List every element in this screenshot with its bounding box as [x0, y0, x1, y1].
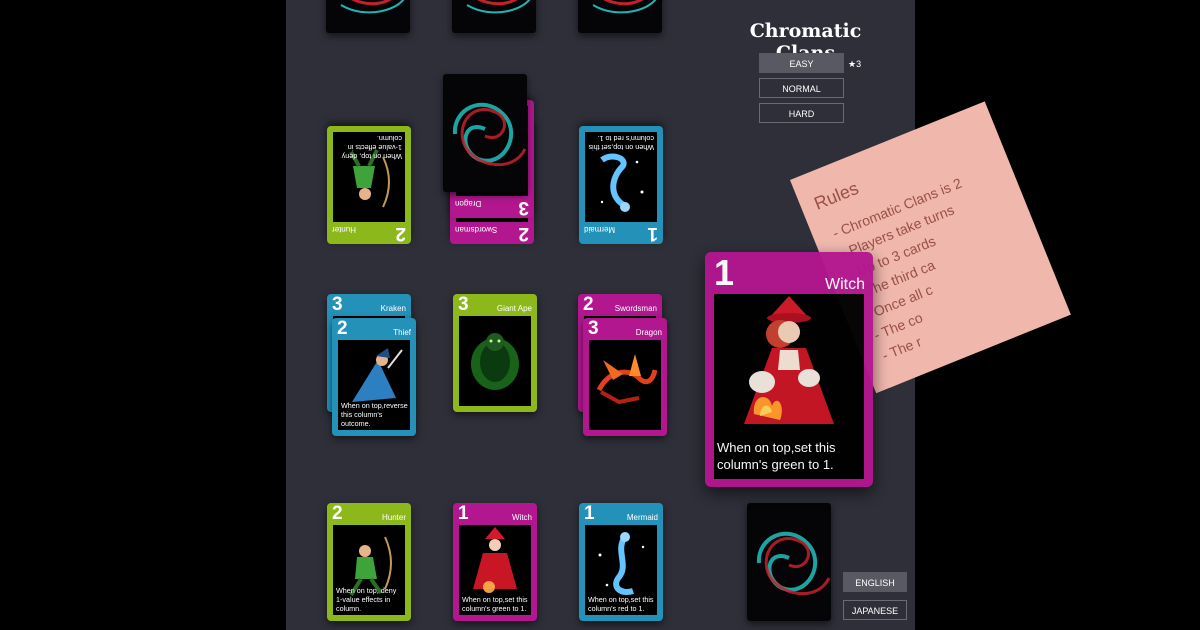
card-preview: 1 Witch When on top,set this column's gr…: [705, 252, 873, 487]
card-name: Dragon: [635, 328, 662, 337]
card-effect: When on top,set this column's red to 1.: [588, 134, 654, 152]
hand-card-mermaid[interactable]: 1 Mermaid When on top,set this column's …: [579, 503, 663, 621]
language-japanese-button[interactable]: JAPANESE: [843, 600, 907, 620]
middle-card-thief: 2 Thief When on top,reverse this column'…: [332, 318, 416, 436]
language-english-button[interactable]: ENGLISH: [843, 572, 907, 592]
card-value: 2: [337, 318, 348, 339]
card-value: 1: [458, 503, 469, 524]
card-name: Swordsman: [455, 225, 498, 234]
card-value: 2: [518, 223, 529, 244]
hand-card-hunter[interactable]: 2 Hunter When on top, deny 1-value effec…: [327, 503, 411, 621]
card-value: 3: [588, 318, 599, 339]
card-name: Hunter: [381, 513, 406, 522]
card-effect: When on top, deny 1-value effects in col…: [341, 134, 402, 161]
card-effect: When on top, deny 1-value effects in col…: [336, 586, 397, 613]
hunter-art: When on top, deny 1-value effects in col…: [333, 132, 405, 222]
deck-card-back: [578, 0, 662, 33]
card-value: 3: [518, 197, 529, 218]
card-value: 2: [395, 223, 406, 244]
witch-art: When on top,set this column's green to 1…: [714, 294, 864, 479]
thief-art: When on top,reverse this column's outcom…: [338, 340, 410, 430]
card-name: Mermaid: [626, 513, 658, 522]
middle-card-dragon: 3 Dragon: [583, 318, 667, 436]
card-effect: When on top,set this column's red to 1.: [588, 595, 654, 613]
card-effect: When on top,reverse this column's outcom…: [341, 401, 408, 428]
opponent-card-hunter: 2 Hunter When on top, deny 1-value effec…: [327, 126, 411, 244]
card-name: Witch: [512, 513, 532, 522]
difficulty-hard-button[interactable]: HARD: [759, 103, 844, 123]
card-name: Thief: [393, 328, 411, 337]
card-value: 3: [458, 294, 469, 315]
card-name: Dragon: [455, 199, 482, 208]
card-name: Mermaid: [584, 225, 616, 234]
preview-card-name: Witch: [825, 276, 865, 293]
right-margin: [915, 0, 1200, 630]
draw-deck[interactable]: [747, 503, 831, 621]
card-value: 1: [584, 503, 595, 524]
giant-ape-art: [459, 316, 531, 406]
easy-star-rating: ★3: [848, 59, 862, 69]
played-card-back: [443, 74, 527, 192]
card-name: Giant Ape: [496, 304, 532, 313]
dragon-art: [589, 340, 661, 430]
mermaid-art: When on top,set this column's red to 1.: [585, 132, 657, 222]
preview-card-value: 1: [714, 252, 735, 293]
card-name: Kraken: [380, 304, 406, 313]
deck-card-back: [326, 0, 410, 33]
card-name: Hunter: [332, 225, 357, 234]
opponent-card-mermaid: 1 Mermaid When on top,set this column's …: [579, 126, 663, 244]
deck-card-back: [452, 0, 536, 33]
card-value: 3: [332, 294, 343, 315]
card-value: 1: [647, 223, 658, 244]
hand-card-witch[interactable]: 1 Witch When on top,set this column's gr…: [453, 503, 537, 621]
mermaid-art: When on top,set this column's red to 1.: [585, 525, 657, 615]
hunter-art: When on top, deny 1-value effects in col…: [333, 525, 405, 615]
rules-title: Rules: [811, 177, 862, 214]
difficulty-easy-button[interactable]: EASY: [759, 53, 844, 73]
difficulty-normal-button[interactable]: NORMAL: [759, 78, 844, 98]
witch-art: When on top,set this column's green to 1…: [459, 525, 531, 615]
card-value: 2: [583, 294, 594, 315]
card-effect: When on top,set this column's green to 1…: [462, 595, 528, 613]
preview-card-effect: When on top,set this column's green to 1…: [717, 440, 836, 472]
card-name: Swordsman: [614, 304, 657, 313]
card-value: 2: [332, 503, 343, 524]
middle-card-giant-ape: 3 Giant Ape: [453, 294, 537, 412]
